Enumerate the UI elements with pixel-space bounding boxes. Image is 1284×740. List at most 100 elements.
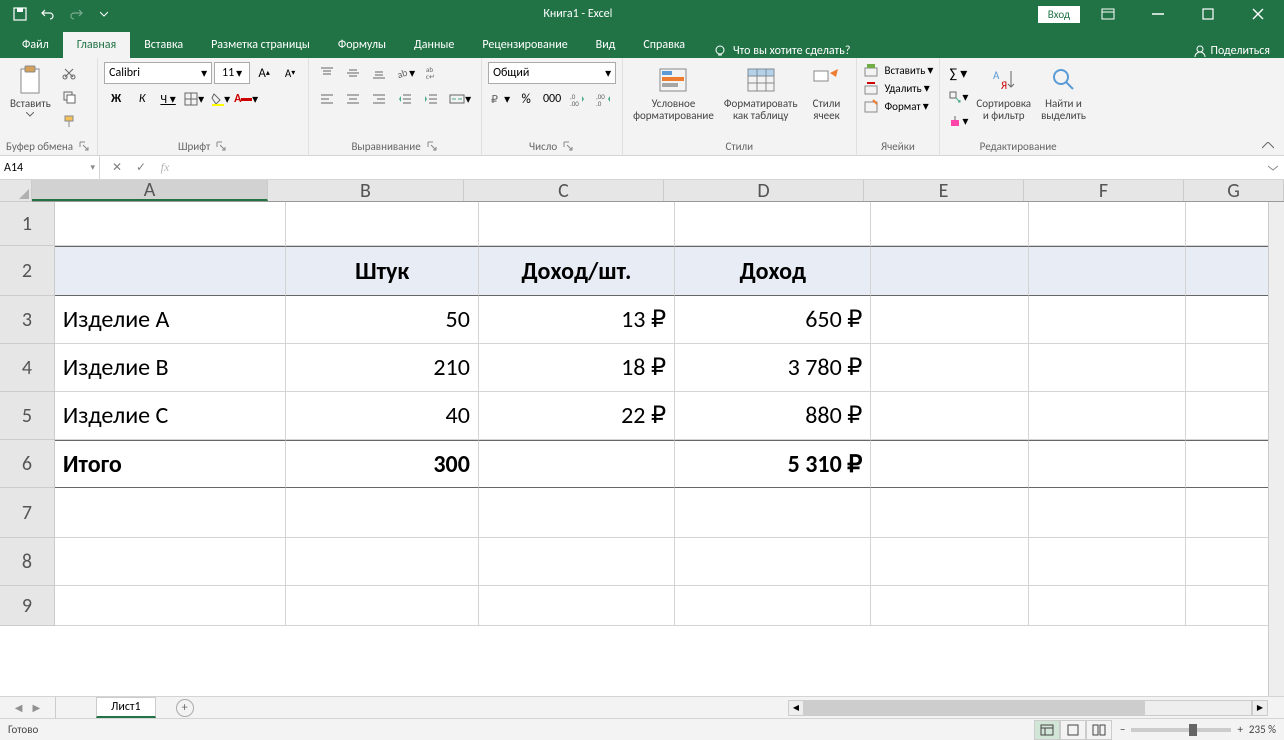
col-header-D[interactable]: D (664, 180, 864, 201)
row-header-6[interactable]: 6 (0, 440, 55, 488)
format-cells-button[interactable]: Формат ▾ (863, 98, 929, 114)
share-button[interactable]: Поделиться (1179, 44, 1284, 58)
autosum-icon[interactable]: ∑ ▾ (946, 62, 970, 84)
normal-view-icon[interactable] (1034, 720, 1060, 740)
close-icon[interactable] (1236, 0, 1280, 28)
font-size-combo[interactable]: 11▾ (214, 62, 250, 84)
vertical-scrollbar[interactable] (1268, 202, 1284, 696)
tab-review[interactable]: Рецензирование (468, 32, 581, 58)
cell-B3[interactable]: 50 (286, 296, 478, 344)
zoom-slider[interactable] (1131, 728, 1231, 732)
save-icon[interactable] (6, 0, 34, 28)
enter-icon[interactable]: ✓ (130, 157, 152, 179)
cell-C7[interactable] (479, 488, 675, 538)
cell-E9[interactable] (871, 586, 1028, 626)
tab-data[interactable]: Данные (400, 32, 468, 58)
font-color-icon[interactable]: A▾ (234, 88, 258, 110)
decrease-decimal-icon[interactable]: ,00,0 (592, 88, 616, 110)
cell-E5[interactable] (871, 392, 1028, 440)
name-box[interactable]: A14▾ (0, 156, 100, 179)
cell-D4[interactable]: 3 780 ₽ (675, 344, 871, 392)
col-header-A[interactable]: A (32, 180, 268, 201)
align-dialog-icon[interactable] (425, 139, 439, 153)
fx-icon[interactable]: fx (154, 157, 176, 179)
cell-F1[interactable] (1029, 202, 1186, 246)
cell-D6[interactable]: 5 310 ₽ (675, 440, 871, 488)
tell-me-search[interactable]: Что вы хотите сделать? (699, 44, 864, 58)
align-middle-icon[interactable] (341, 62, 365, 84)
tab-file[interactable]: Файл (8, 32, 63, 58)
align-bottom-icon[interactable] (367, 62, 391, 84)
cell-F3[interactable] (1029, 296, 1186, 344)
formula-bar[interactable] (182, 156, 1262, 179)
ribbon-options-icon[interactable] (1086, 0, 1130, 28)
cell-E2[interactable] (871, 246, 1028, 296)
cell-B8[interactable] (286, 538, 478, 586)
currency-icon[interactable]: ₽▾ (488, 88, 512, 110)
cell-D8[interactable] (675, 538, 871, 586)
format-table-button[interactable]: Форматировать как таблицу (720, 62, 802, 124)
orientation-icon[interactable]: ab▾ (393, 62, 417, 84)
cell-styles-button[interactable]: Стили ячеек (804, 62, 850, 124)
tab-help[interactable]: Справка (629, 32, 699, 58)
conditional-format-button[interactable]: Условное форматирование (629, 62, 718, 124)
cell-C6[interactable] (479, 440, 675, 488)
cell-B5[interactable]: 40 (286, 392, 478, 440)
cell-C5[interactable]: 22 ₽ (479, 392, 675, 440)
increase-indent-icon[interactable] (419, 88, 443, 110)
font-name-combo[interactable]: Calibri▾ (104, 62, 212, 84)
cell-E6[interactable] (871, 440, 1028, 488)
cell-A3[interactable]: Изделие A (55, 296, 287, 344)
wrap-text-icon[interactable]: abc↵ (419, 62, 449, 84)
zoom-level[interactable]: 235 % (1249, 723, 1276, 736)
page-break-icon[interactable] (1086, 720, 1112, 740)
font-dialog-icon[interactable] (214, 139, 228, 153)
row-header-1[interactable]: 1 (0, 202, 55, 246)
row-header-9[interactable]: 9 (0, 586, 55, 626)
cell-B4[interactable]: 210 (286, 344, 478, 392)
cell-F6[interactable] (1029, 440, 1186, 488)
cell-B1[interactable] (286, 202, 478, 246)
cell-E1[interactable] (871, 202, 1028, 246)
add-sheet-icon[interactable]: + (176, 699, 194, 717)
cell-B7[interactable] (286, 488, 478, 538)
insert-cells-button[interactable]: Вставить ▾ (863, 62, 934, 78)
cell-F4[interactable] (1029, 344, 1186, 392)
cell-A5[interactable]: Изделие C (55, 392, 287, 440)
page-layout-icon[interactable] (1060, 720, 1086, 740)
align-left-icon[interactable] (315, 88, 339, 110)
row-header-8[interactable]: 8 (0, 538, 55, 586)
maximize-icon[interactable] (1186, 0, 1230, 28)
find-select-button[interactable]: Найти и выделить (1037, 62, 1090, 124)
select-all-button[interactable] (0, 180, 32, 202)
merge-icon[interactable]: ▾ (445, 88, 475, 110)
cell-D7[interactable] (675, 488, 871, 538)
borders-icon[interactable]: ▾ (182, 88, 206, 110)
cell-A7[interactable] (55, 488, 287, 538)
login-button[interactable]: Вход (1038, 6, 1080, 23)
cell-A6[interactable]: Итого (55, 440, 287, 488)
copy-icon[interactable] (57, 86, 81, 108)
tab-layout[interactable]: Разметка страницы (197, 32, 324, 58)
collapse-ribbon-icon[interactable] (1258, 139, 1278, 153)
undo-icon[interactable] (34, 0, 62, 28)
cell-D3[interactable]: 650 ₽ (675, 296, 871, 344)
align-top-icon[interactable] (315, 62, 339, 84)
format-painter-icon[interactable] (57, 110, 81, 132)
col-header-C[interactable]: C (464, 180, 664, 201)
cell-B6[interactable]: 300 (286, 440, 478, 488)
row-header-4[interactable]: 4 (0, 344, 55, 392)
sheet-prev-icon[interactable]: ◀ (15, 701, 23, 714)
horizontal-scrollbar[interactable]: ◀ ▶ (788, 699, 1268, 717)
cell-E4[interactable] (871, 344, 1028, 392)
col-header-E[interactable]: E (864, 180, 1024, 201)
col-header-F[interactable]: F (1024, 180, 1184, 201)
row-header-2[interactable]: 2 (0, 246, 55, 296)
clear-icon[interactable]: ▾ (946, 110, 970, 132)
tab-formulas[interactable]: Формулы (324, 32, 400, 58)
align-center-icon[interactable] (341, 88, 365, 110)
col-header-B[interactable]: B (268, 180, 464, 201)
fill-icon[interactable]: ▾ (946, 86, 970, 108)
qat-customize-icon[interactable] (90, 0, 118, 28)
cell-C3[interactable]: 13 ₽ (479, 296, 675, 344)
